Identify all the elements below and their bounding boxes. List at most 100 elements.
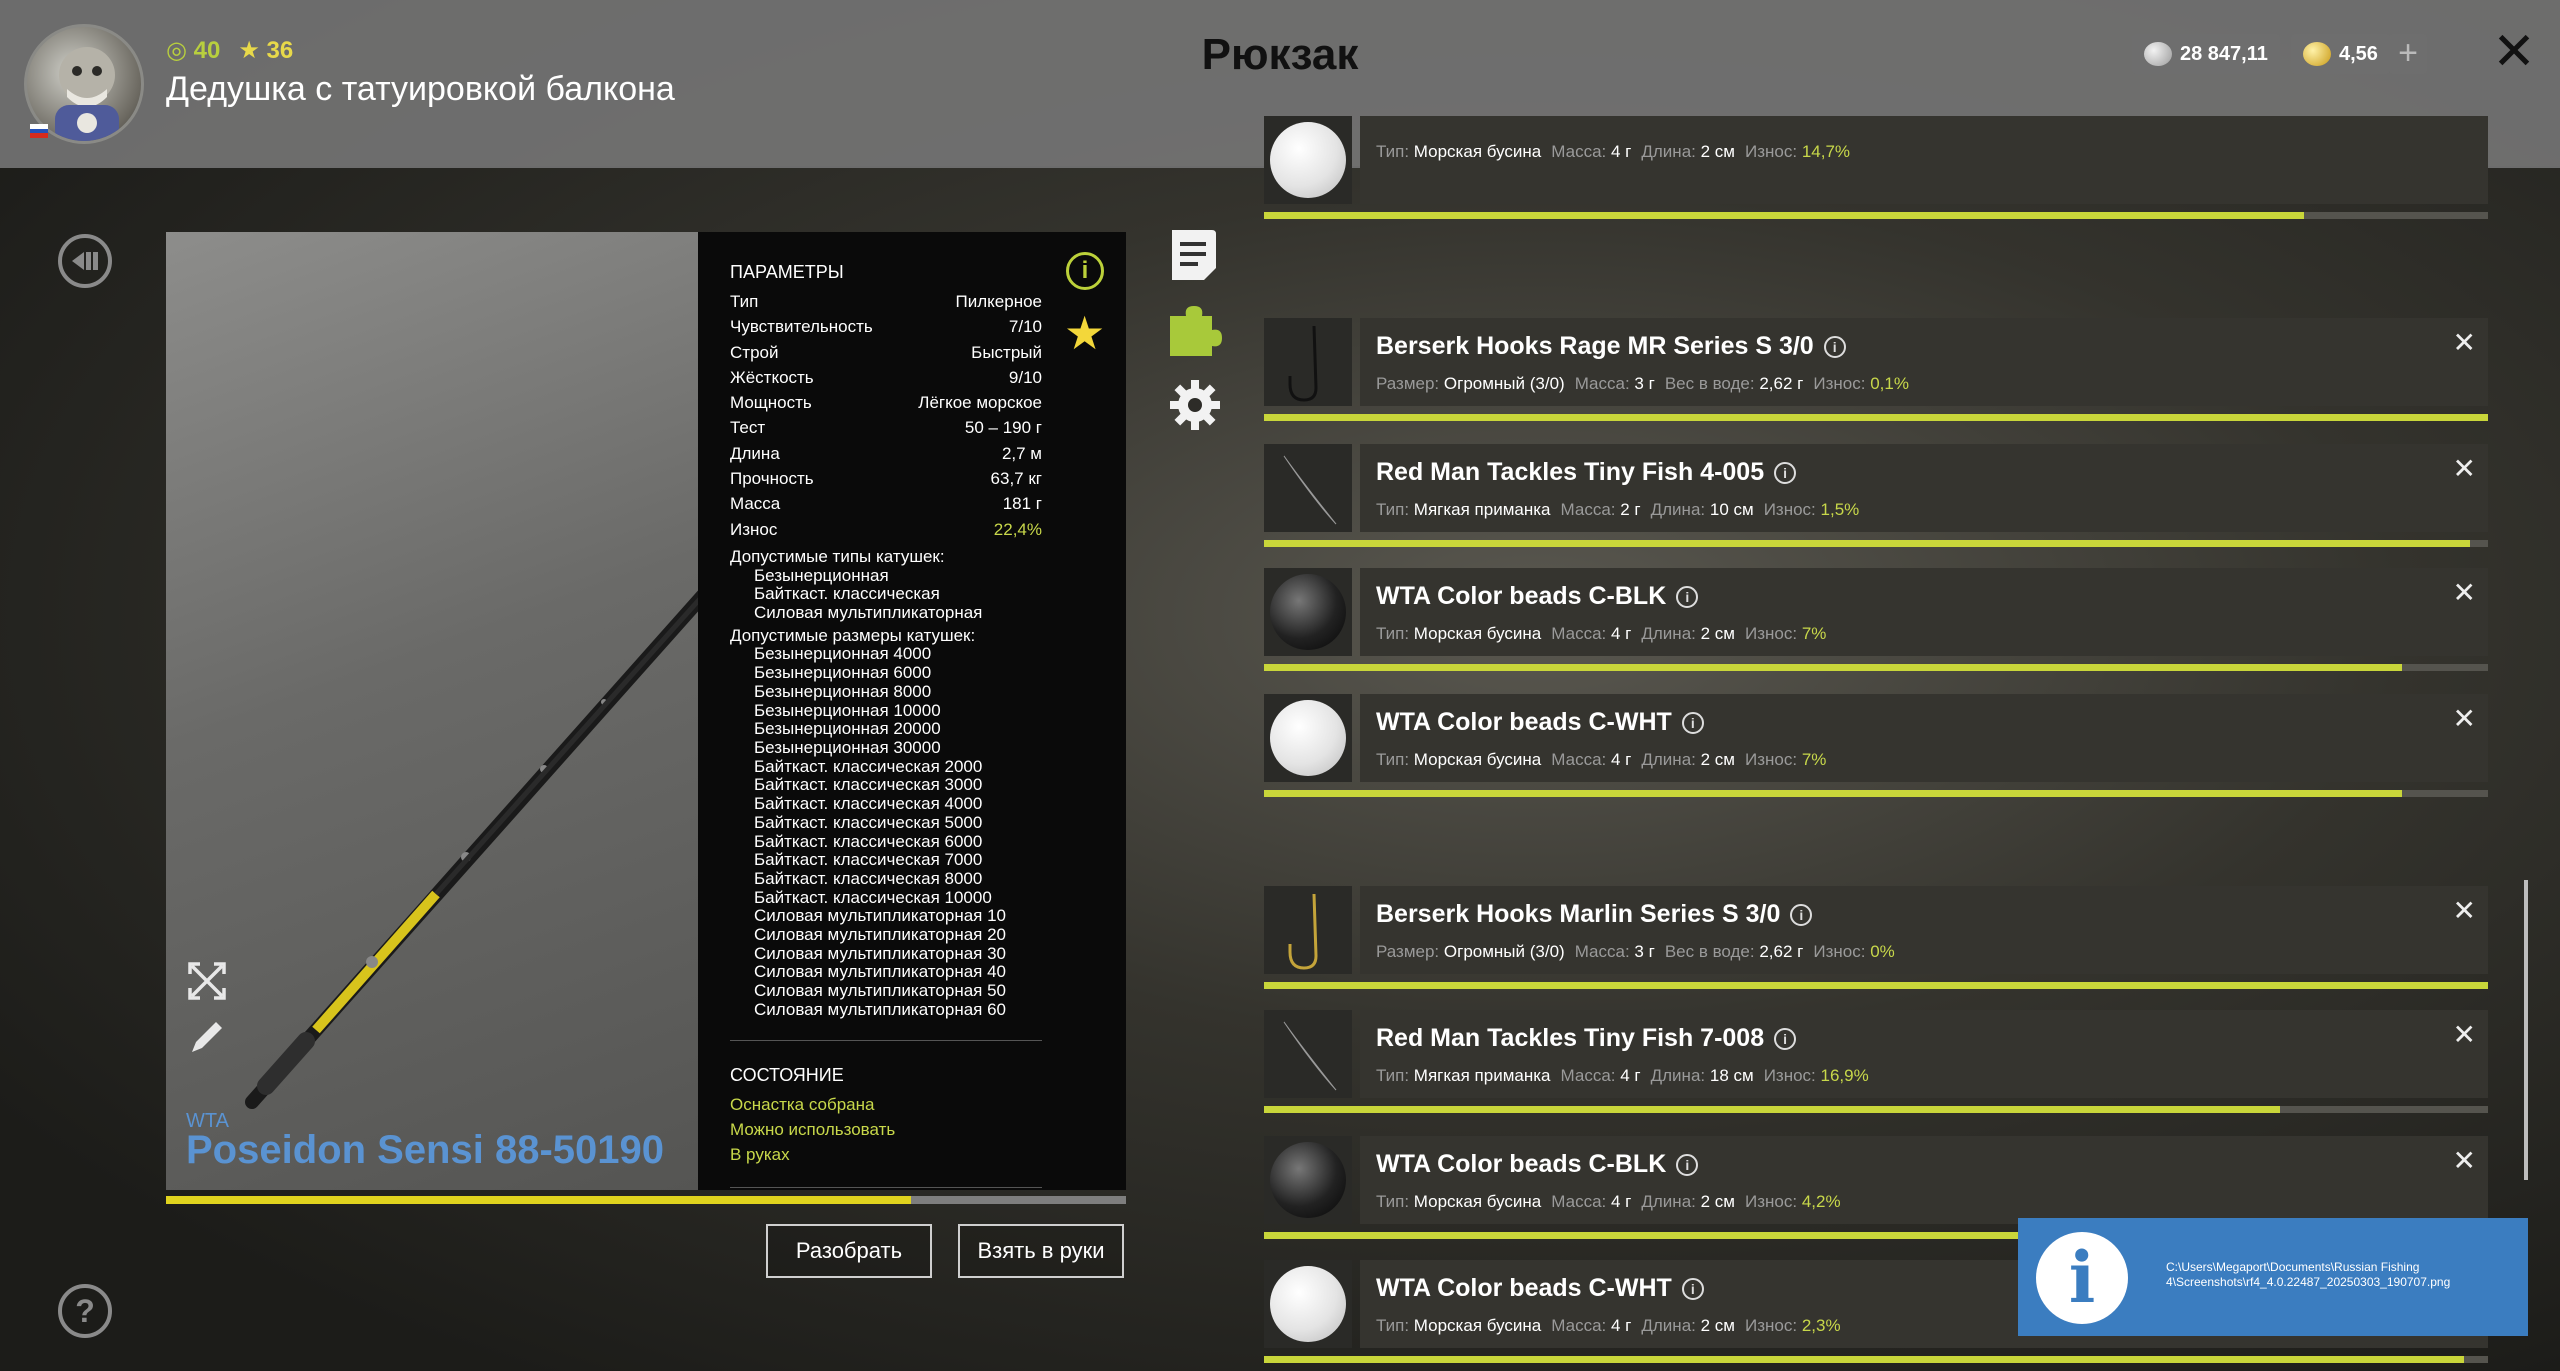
item-thumbnail xyxy=(1264,116,1352,204)
wear-value: 7% xyxy=(1801,750,1827,769)
item-thumbnail xyxy=(1264,444,1352,532)
pen-icon[interactable] xyxy=(186,1016,228,1058)
param-label: Масса xyxy=(730,494,781,514)
info-icon[interactable]: i xyxy=(1823,335,1846,358)
remove-icon[interactable]: ✕ xyxy=(2453,1144,2476,1177)
list-item[interactable]: Berserk Hooks Marlin Series S 3/0 i Размер… xyxy=(1264,886,2488,989)
reel-size-item: Байткаст. классическая 5000 xyxy=(754,812,983,832)
settings-gear-icon[interactable] xyxy=(1168,378,1222,432)
state-item: В руках xyxy=(730,1144,790,1164)
info-icon[interactable]: i xyxy=(1774,461,1797,484)
item-title: WTA Color beads C-BLK i xyxy=(1376,1150,1699,1179)
list-item[interactable]: WTA Color beads C-BLK i Тип: Морская бусин… xyxy=(1264,1136,2488,1239)
param-label: Чувствительность xyxy=(730,317,873,337)
desc-label: Масса: xyxy=(1551,1192,1607,1211)
reel-type-item: Байткаст. классическая xyxy=(754,584,940,604)
scrollbar[interactable] xyxy=(2524,880,2528,1180)
expand-icon[interactable] xyxy=(186,960,228,1002)
info-icon[interactable]: i xyxy=(1676,1153,1699,1176)
reel-sizes-list: Безынерционная 4000 Безынерционная 6000 Бе… xyxy=(730,645,1126,1019)
disassemble-button[interactable]: Разобрать xyxy=(766,1224,932,1278)
param-label: Жёсткость xyxy=(730,367,814,387)
list-item[interactable]: Berserk Hooks Rage MR Series S 3/0 i Разме… xyxy=(1264,318,2488,421)
reel-size-item: Байткаст. классическая 3000 xyxy=(754,775,983,795)
info-icon[interactable]: i xyxy=(1681,711,1704,734)
reel-size-item: Байткаст. классическая 4000 xyxy=(754,794,983,814)
info-icon[interactable]: i xyxy=(1681,1277,1704,1300)
parameters-panel: ПАРАМЕТРЫ Тип Пилкерное Чувствительность 7/… xyxy=(698,232,1126,1190)
desc-value: Морская бусина xyxy=(1413,750,1542,769)
info-icon[interactable]: i xyxy=(1790,903,1813,926)
remove-icon[interactable]: ✕ xyxy=(2453,702,2476,735)
param-label: Тест xyxy=(730,418,766,438)
reel-type-item: Безынерционная xyxy=(754,565,889,585)
item-description: Тип: Морская бусина Масса: 4 г Длина: 2 см… xyxy=(1376,142,1850,162)
reel-size-item: Байткаст. классическая 8000 xyxy=(754,868,983,888)
item-description: Размер: Огромный (3/0) Масса: 3 г Вес в во… xyxy=(1376,942,1895,962)
remove-icon[interactable]: ✕ xyxy=(2453,576,2476,609)
list-item[interactable]: WTA Color beads C-WHT i Тип: Морская бусин… xyxy=(1264,694,2488,797)
item-title: WTA Color beads C-WHT i xyxy=(1376,1274,1704,1303)
item-description: Тип: Морская бусина Масса: 4 г Длина: 2 см… xyxy=(1376,1316,1841,1336)
item-thumbnail xyxy=(1264,568,1352,656)
screenshot-path: C:\Users\Megaport\Documents\Russian Fish… xyxy=(2166,1260,2451,1289)
puzzle-icon[interactable] xyxy=(1168,304,1222,358)
info-icon[interactable]: i xyxy=(1066,252,1104,290)
wear-value: 16,9% xyxy=(1820,1066,1869,1085)
item-name: Red Man Tackles Tiny Fish 7-008 xyxy=(1376,1024,1765,1052)
desc-value: 10 см xyxy=(1709,500,1754,519)
desc-label: Вес в воде: xyxy=(1664,942,1755,961)
fishing-rod-image xyxy=(245,585,713,1109)
desc-label: Длина: xyxy=(1650,1066,1706,1085)
wear-label: Износ: xyxy=(1744,142,1798,161)
param-value: 181 г xyxy=(1002,494,1042,514)
desc-label: Тип: xyxy=(1376,1316,1410,1335)
info-icon[interactable]: i xyxy=(1774,1027,1797,1050)
wear-value: 2,3% xyxy=(1801,1316,1841,1335)
gold-balance: 4,56 xyxy=(2291,34,2390,74)
close-icon[interactable]: ✕ xyxy=(2484,22,2544,82)
back-icon[interactable] xyxy=(58,234,112,288)
param-row: Мощность Лёгкое морское xyxy=(730,390,1042,415)
wear-bar-fill xyxy=(1264,982,2488,989)
wear-bar-fill xyxy=(1264,664,2402,671)
remove-icon[interactable]: ✕ xyxy=(2453,894,2476,927)
remove-icon[interactable]: ✕ xyxy=(2453,1018,2476,1051)
wear-bar-fill xyxy=(1264,212,2304,219)
wear-label: Износ: xyxy=(1744,750,1798,769)
item-title: Berserk Hooks Rage MR Series S 3/0 i xyxy=(1376,332,1846,361)
param-row: Масса 181 г xyxy=(730,491,1042,516)
white-bead-image xyxy=(1270,1266,1346,1342)
remove-icon[interactable]: ✕ xyxy=(2453,326,2476,359)
remove-icon[interactable]: ✕ xyxy=(2453,452,2476,485)
param-value: 9/10 xyxy=(1008,367,1042,387)
list-item[interactable]: Тип: Морская бусина Масса: 4 г Длина: 2 см… xyxy=(1264,116,2488,219)
item-title: Red Man Tackles Tiny Fish 7-008 i xyxy=(1376,1024,1797,1053)
item-thumbnail xyxy=(1264,886,1352,974)
param-row: Прочность 63,7 кг xyxy=(730,466,1042,491)
list-item[interactable]: Red Man Tackles Tiny Fish 4-005 i Тип: Мяг… xyxy=(1264,444,2488,547)
desc-value: 2 см xyxy=(1700,1316,1735,1335)
wear-value: 1,5% xyxy=(1820,500,1860,519)
reel-size-item: Байткаст. классическая 6000 xyxy=(754,831,983,851)
param-label: Тип xyxy=(730,292,759,311)
notes-icon[interactable] xyxy=(1168,228,1222,282)
item-name: WTA Color beads C-WHT xyxy=(1376,1274,1672,1302)
info-icon[interactable]: i xyxy=(1676,585,1699,608)
list-item[interactable]: Red Man Tackles Tiny Fish 7-008 i Тип: Мяг… xyxy=(1264,1010,2488,1113)
desc-value: 2,62 г xyxy=(1759,374,1804,393)
favorite-star-icon[interactable]: ★ xyxy=(1064,306,1105,360)
help-icon[interactable]: ? xyxy=(58,1284,112,1338)
param-value: 7/10 xyxy=(1008,317,1042,337)
reel-sizes-title: Допустимые размеры катушек: xyxy=(730,625,976,645)
reel-size-item: Силовая мультипликаторная 40 xyxy=(754,962,1006,982)
param-value: Пилкерное xyxy=(955,292,1042,311)
take-in-hands-button[interactable]: Взять в руки xyxy=(958,1224,1124,1278)
item-image-panel xyxy=(166,232,713,1190)
desc-label: Тип: xyxy=(1376,1066,1410,1085)
desc-value: 2 см xyxy=(1700,1192,1735,1211)
add-gold-button[interactable]: + xyxy=(2389,34,2427,74)
hook-image xyxy=(1288,325,1318,402)
screenshot-notification[interactable]: i C:\Users\Megaport\Documents\Russian Fi… xyxy=(2018,1218,2528,1336)
list-item[interactable]: WTA Color beads C-BLK i Тип: Морская бусин… xyxy=(1264,568,2488,671)
